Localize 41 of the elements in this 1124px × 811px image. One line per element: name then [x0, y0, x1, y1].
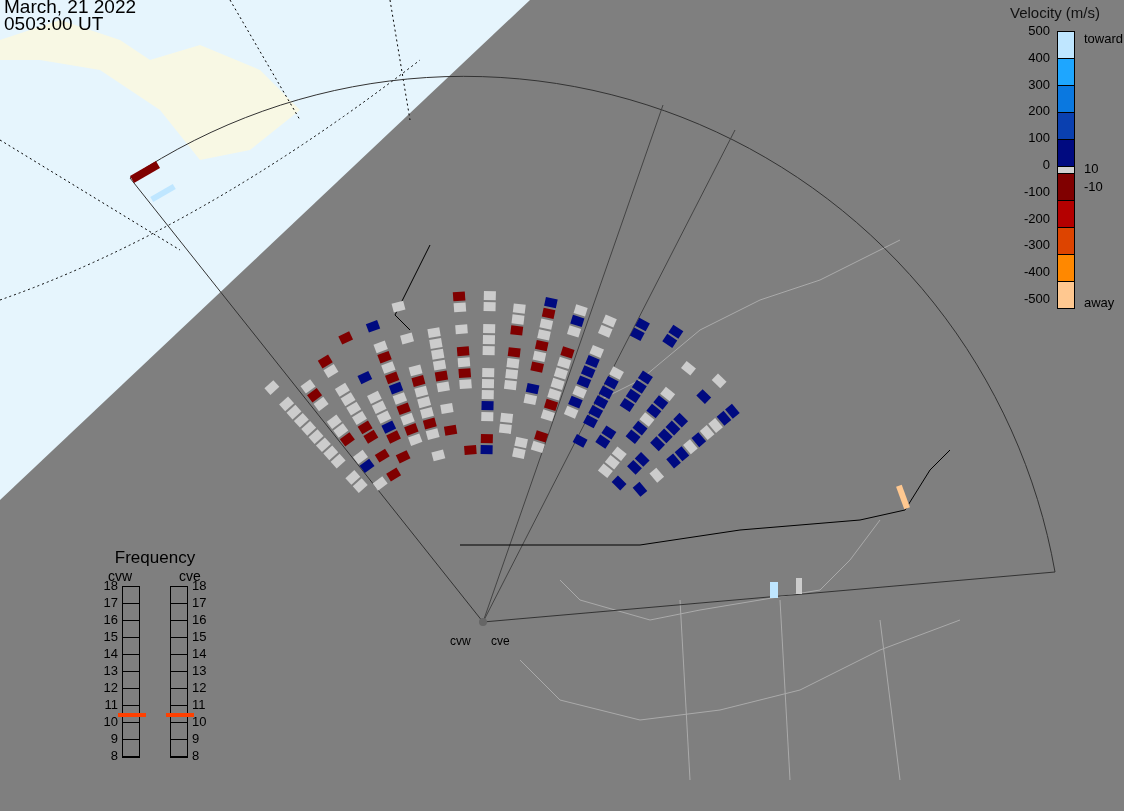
frequency-tick: 10: [192, 715, 208, 729]
frequency-tick: 13: [102, 664, 118, 678]
scale-tick: 0: [1042, 158, 1050, 172]
away-label: away: [1084, 295, 1115, 310]
frequency-tick: 10: [102, 715, 118, 729]
date-label: March, 21 2022: [4, 0, 137, 15]
scale-tick: 500: [1028, 24, 1050, 38]
frequency-tick: 9: [109, 732, 118, 746]
frequency-tick: 12: [102, 681, 118, 695]
frequency-tick: 8: [109, 749, 118, 763]
radar-site-label: cvw: [450, 634, 471, 648]
frequency-title: Frequency: [114, 548, 196, 568]
frequency-tick: 11: [103, 698, 118, 712]
scale-tick: 100: [1028, 131, 1050, 146]
scale-tick: -500: [1023, 291, 1050, 306]
scale-tick: -300: [1023, 238, 1050, 253]
frequency-tick: 11: [192, 698, 207, 712]
frequency-tick: 17: [102, 596, 118, 610]
frequency-tick: 17: [192, 596, 208, 610]
toward-label: toward: [1084, 31, 1124, 46]
frequency-tick: 9: [192, 732, 201, 746]
scale-tick: 400: [1028, 50, 1050, 65]
frequency-tick: 14: [192, 647, 208, 661]
scale-tick: 10: [1084, 161, 1099, 176]
frequency-tick: 15: [102, 630, 118, 644]
scale-tick: -10: [1084, 179, 1103, 194]
scale-tick: 200: [1028, 104, 1050, 119]
frequency-tick: 16: [192, 613, 208, 627]
frequency-tick: 15: [192, 630, 208, 644]
scale-tick: 300: [1028, 77, 1050, 92]
radar-site-label: cve: [491, 634, 510, 648]
frequency-tick: 12: [192, 681, 208, 695]
scale-title: Velocity (m/s): [1010, 4, 1100, 21]
frequency-tick: 16: [102, 613, 118, 627]
frequency-tick: 8: [192, 749, 201, 763]
scale-tick: -200: [1023, 211, 1050, 226]
time-label: 0503:00 UT: [4, 15, 105, 32]
frequency-tick: 13: [192, 664, 208, 678]
scale-tick: -400: [1023, 265, 1050, 280]
scale-tick: -100: [1023, 184, 1050, 199]
frequency-tick: 14: [102, 647, 118, 661]
